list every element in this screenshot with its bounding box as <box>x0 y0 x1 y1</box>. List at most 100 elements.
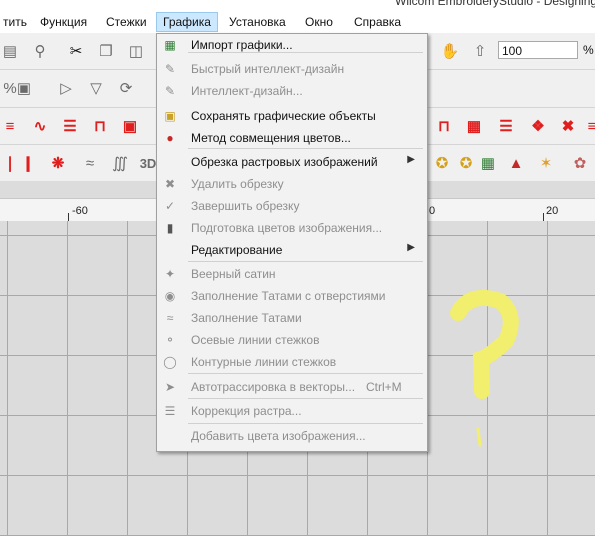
question-mark-dot <box>476 427 482 447</box>
effect-slant-icon[interactable]: ❙ <box>18 153 38 173</box>
zoom-value: 100 <box>502 44 523 58</box>
menu-item-label: Контурные линии стежков <box>191 355 337 369</box>
tatami-holes-icon: ◉ <box>164 289 176 303</box>
print-icon[interactable]: ▤ <box>0 41 20 61</box>
effect-lines-icon[interactable]: ❘ <box>0 153 20 173</box>
hand-icon[interactable]: ✋ <box>440 41 460 61</box>
menu-item-label: Сохранять графические объекты <box>191 109 376 123</box>
menu-item-label: Редактирование <box>191 243 283 257</box>
lock-icon[interactable]: ▣ <box>14 78 34 98</box>
print-preview-icon[interactable]: ⚲ <box>30 41 50 61</box>
menu-item-label: Интеллект-дизайн... <box>191 84 303 98</box>
cut-icon[interactable]: ✂ <box>66 41 86 61</box>
menu-item-bitmap-correction[interactable]: ☰ Коррекция растра... <box>157 400 427 422</box>
window-title: Wilcom EmbroideryStudio - Designing 3 + … <box>395 0 595 8</box>
autodigitize-icon: ✎ <box>164 84 176 98</box>
zoom-combobox[interactable]: 100 <box>498 41 578 59</box>
menu-item-label: Подготовка цветов изображения... <box>191 221 383 235</box>
effect-curve-icon[interactable]: ∭ <box>110 153 130 173</box>
rotate-icon[interactable]: ⟳ <box>116 78 136 98</box>
remove-crop-icon: ✖ <box>164 177 176 191</box>
menu-item-label: Быстрый интеллект-дизайн <box>191 62 345 76</box>
menu-item-autodigitize[interactable]: ✎ Интеллект-дизайн... <box>157 80 427 102</box>
menu-item-finish-crop[interactable]: ✓ Завершить обрезку <box>157 195 427 217</box>
menu-item-centerline[interactable]: ⚬ Осевые линии стежков <box>157 329 427 351</box>
menu-item-label: Метод совмещения цветов... <box>191 131 351 145</box>
effect-wave-icon[interactable]: ≈ <box>80 153 100 173</box>
menu-item-label: Автотрассировка в векторы... <box>191 380 356 394</box>
ruler-tick <box>543 213 544 221</box>
autotrace-icon: ➤ <box>164 380 176 394</box>
radial-fill-icon[interactable]: ❋ <box>48 153 68 173</box>
copy-icon[interactable]: ❐ <box>96 41 116 61</box>
menu-item-label: Веерный сатин <box>191 267 276 281</box>
ruler-tick <box>68 213 69 221</box>
fan-satin-icon: ✦ <box>164 267 176 281</box>
ruler-label: -60 <box>72 205 88 217</box>
menu-item-color-matching[interactable]: ● Метод совмещения цветов... <box>157 127 427 149</box>
menu-item-label: Добавить цвета изображения... <box>191 429 366 443</box>
picture-icon[interactable]: ▦ <box>478 153 498 173</box>
question-mark-stroke <box>450 290 519 399</box>
mirror-horizontal-icon[interactable]: ▷ <box>56 78 76 98</box>
outline-stitch-icon: ◯ <box>163 355 177 369</box>
tatami-block-icon[interactable]: ▣ <box>120 116 140 136</box>
menu-item-retain-graphics[interactable]: ▣ Сохранять графические объекты <box>157 105 427 127</box>
menu-item-outline-stitch[interactable]: ◯ Контурные линии стежков <box>157 351 427 373</box>
zoom-box-icon[interactable]: ⇧ <box>470 41 490 61</box>
menu-function[interactable]: Функция <box>34 13 93 31</box>
menu-settings[interactable]: Установка <box>223 13 292 31</box>
menu-item-add-image-colors[interactable]: Добавить цвета изображения... <box>157 425 427 447</box>
menu-item-crop-bitmap[interactable]: Обрезка растровых изображений ▶ <box>157 151 427 173</box>
fish-motif-icon[interactable]: ✪ <box>432 153 452 173</box>
square-wave-icon[interactable]: ⊓ <box>90 116 110 136</box>
graphics-menu-dropdown: ▦ Импорт графики... ✎ Быстрый интеллект-диз… <box>156 33 428 452</box>
menu-separator <box>188 423 423 424</box>
edit-icon <box>162 242 178 258</box>
menu-help[interactable]: Справка <box>348 13 407 31</box>
menu-item-prepare-colors[interactable]: ▮ Подготовка цветов изображения... <box>157 217 427 239</box>
pattern-wave-icon[interactable]: ⊓ <box>434 116 454 136</box>
satin-stripes-icon[interactable]: ☰ <box>60 116 80 136</box>
applique-icon[interactable]: ✿ <box>570 153 590 173</box>
menu-stitches[interactable]: Стежки <box>100 13 153 31</box>
3d-effect-icon[interactable]: 3D <box>138 153 158 173</box>
bitmap-correction-icon: ☰ <box>164 404 176 418</box>
menu-item-label: Импорт графики... <box>191 38 293 52</box>
pattern-lines-icon[interactable]: ☰ <box>496 116 516 136</box>
menu-separator <box>188 373 423 374</box>
satin-zigzag-icon[interactable]: ∿ <box>30 116 50 136</box>
menu-separator <box>188 398 423 399</box>
menu-item-tatami-holes[interactable]: ◉ Заполнение Татами с отверстиями <box>157 285 427 307</box>
stitch-type-icon[interactable]: ≡ <box>0 116 20 136</box>
menu-item-autotrace[interactable]: ➤ Автотрассировка в векторы... Ctrl+M <box>157 376 427 398</box>
ruler-label: 20 <box>546 205 559 217</box>
pattern-diamond-icon[interactable]: ❖ <box>528 116 548 136</box>
menu-item-remove-crop[interactable]: ✖ Удалить обрезку <box>157 173 427 195</box>
pattern-more-icon[interactable]: ≡ <box>582 116 595 136</box>
tatami-fill-icon: ≈ <box>166 311 174 325</box>
menu-separator <box>188 148 423 149</box>
menu-item-edit[interactable]: Редактирование ▶ <box>157 239 427 261</box>
menu-item-label: Осевые линии стежков <box>191 333 320 347</box>
fish-motif-2-icon[interactable]: ✪ <box>456 153 476 173</box>
pattern-cross-icon[interactable]: ✖ <box>558 116 578 136</box>
menu-window[interactable]: Окно <box>299 13 339 31</box>
paste-icon[interactable]: ◫ <box>126 41 146 61</box>
menu-item-instant-autodigitize[interactable]: ✎ Быстрый интеллект-дизайн <box>157 58 427 80</box>
menu-item-label: Коррекция растра... <box>191 404 302 418</box>
mirror-vertical-icon[interactable]: ▽ <box>86 78 106 98</box>
color-matching-icon: ● <box>166 131 174 145</box>
shapes-icon[interactable]: ▲ <box>506 153 526 173</box>
add-image-colors-icon <box>162 428 178 444</box>
import-graphic-icon: ▦ <box>164 38 176 52</box>
submenu-arrow-icon: ▶ <box>407 242 415 253</box>
menu-item-tatami-fill[interactable]: ≈ Заполнение Татами <box>157 307 427 329</box>
menu-item-fan-satin[interactable]: ✦ Веерный сатин <box>157 263 427 285</box>
menu-item-label: Обрезка растровых изображений <box>191 155 378 169</box>
menu-item-label: Завершить обрезку <box>191 199 300 213</box>
menu-edit[interactable]: тить <box>0 13 33 31</box>
pattern-grid-icon[interactable]: ▦ <box>464 116 484 136</box>
star-shape-icon[interactable]: ✶ <box>536 153 556 173</box>
menu-graphics[interactable]: Графика <box>156 12 218 32</box>
